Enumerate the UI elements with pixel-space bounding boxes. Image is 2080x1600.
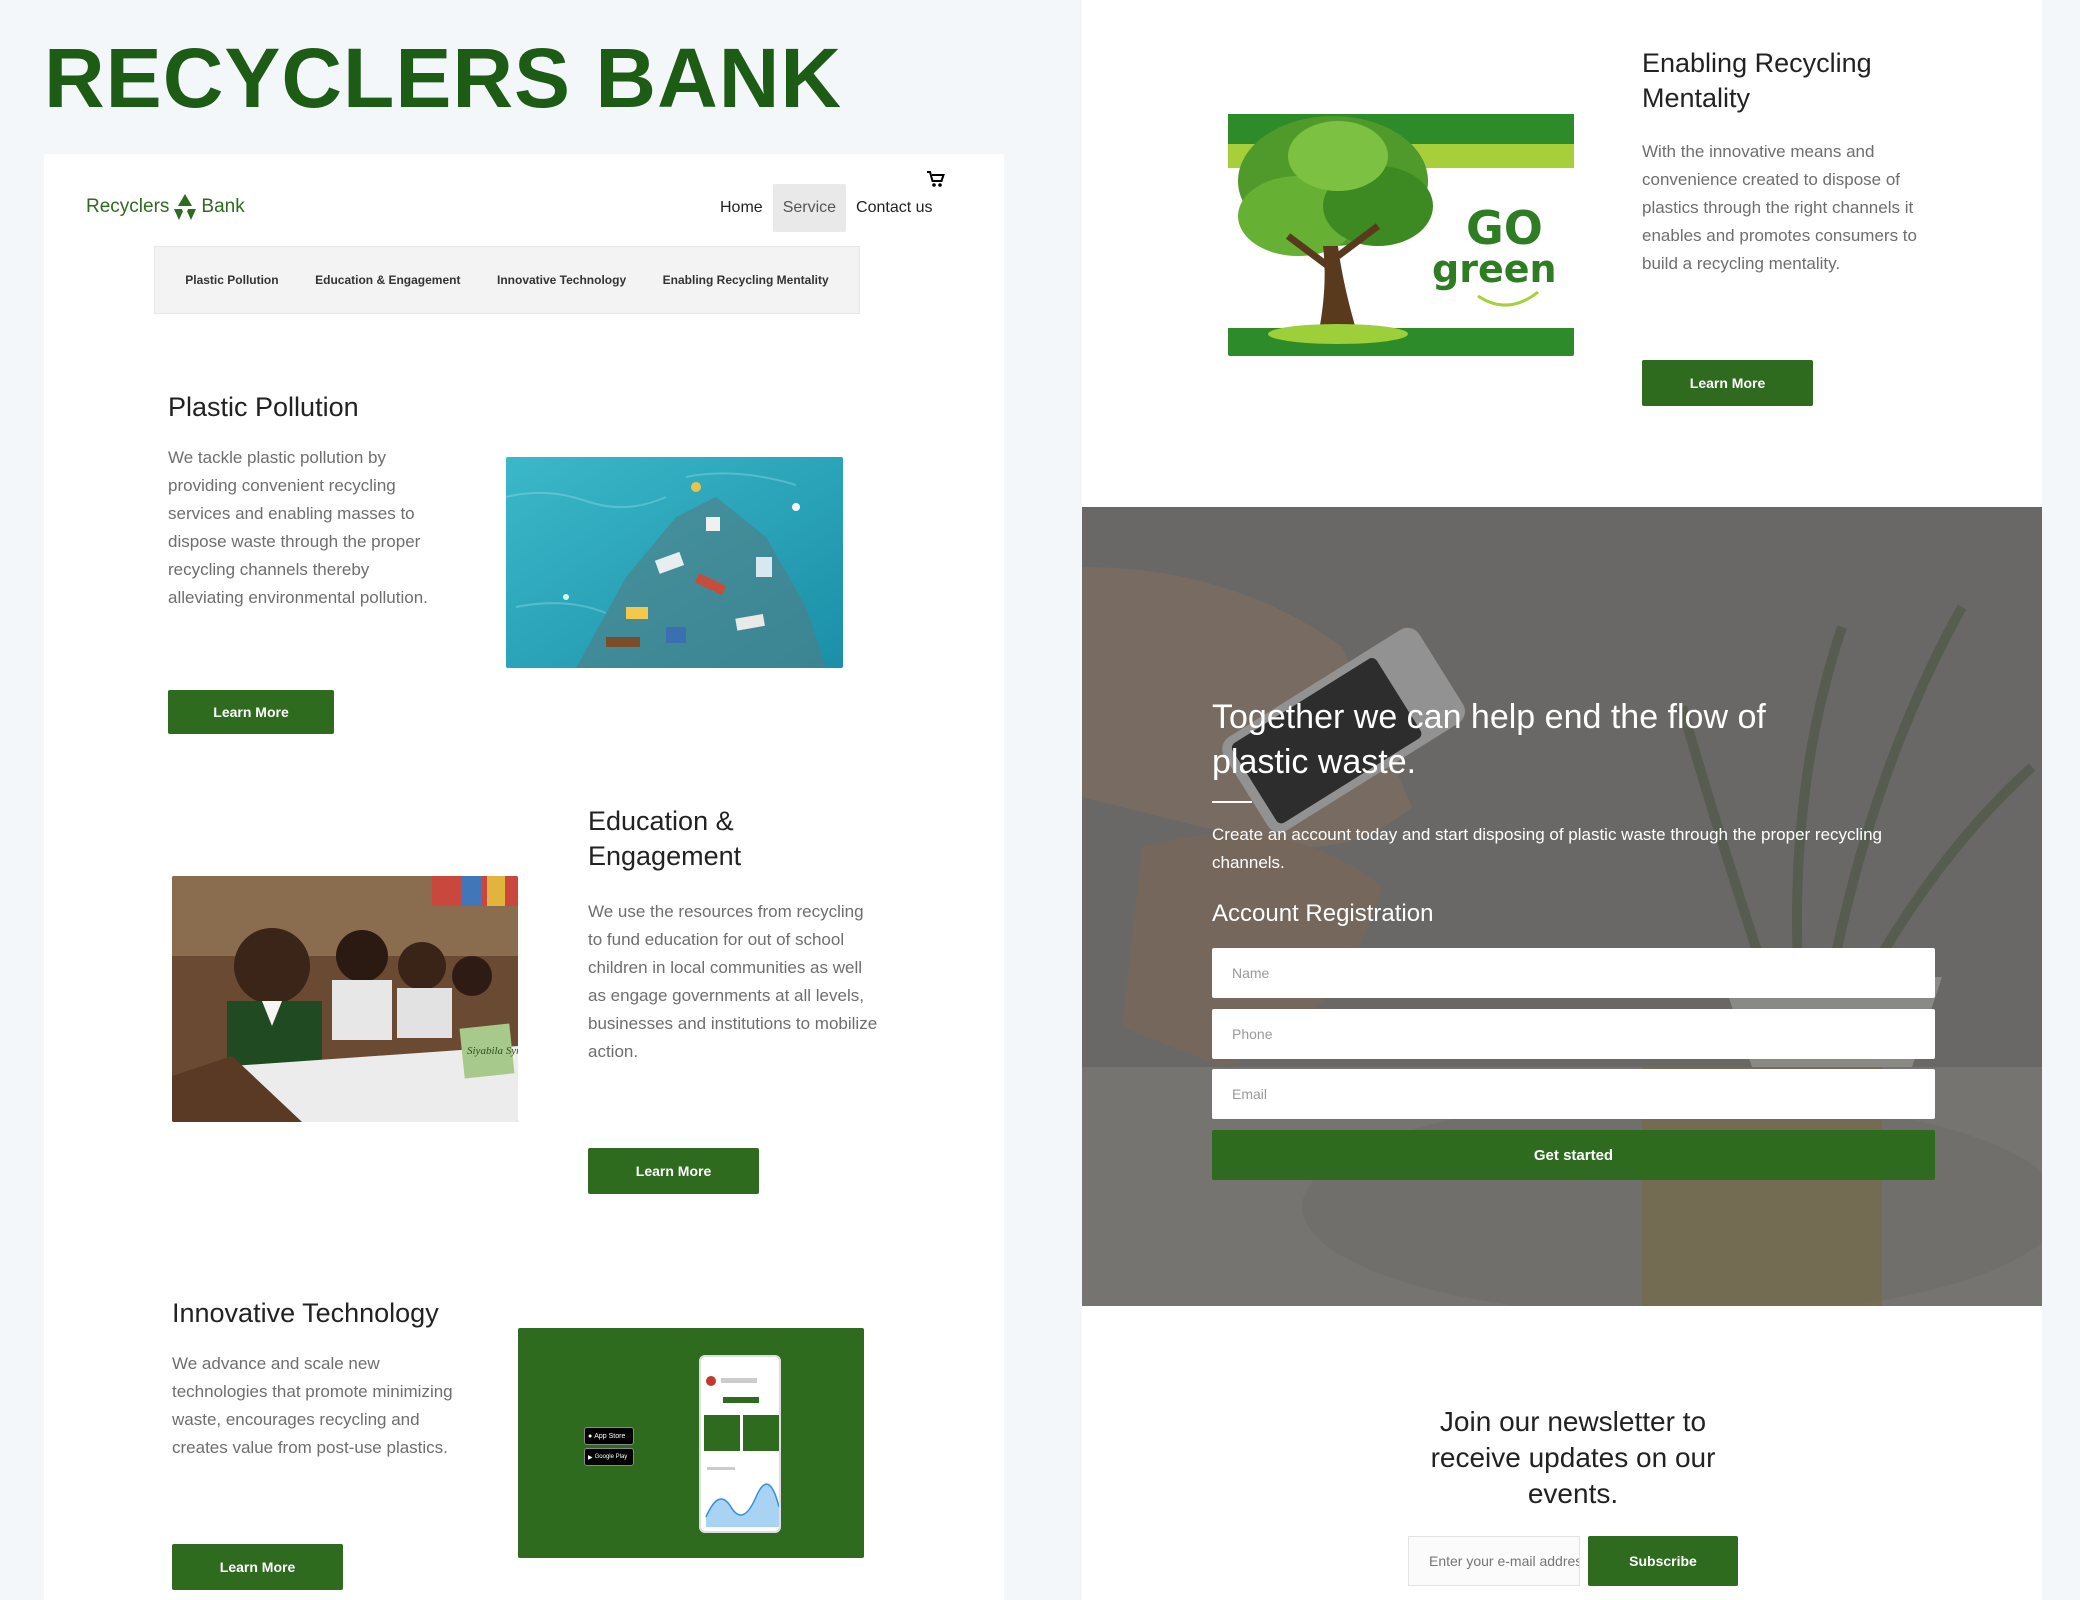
app-store-badge[interactable]: ● App Store [584,1427,634,1445]
nav-contact[interactable]: Contact us [846,184,942,232]
top-navigation: Home Service Contact us [710,184,943,232]
newsletter-email-input[interactable] [1408,1536,1580,1586]
education-title: Education & Engagement [588,806,742,872]
classroom-children-image: Siyabila Symbols [172,876,518,1122]
education-learn-more-button[interactable]: Learn More [588,1148,759,1194]
right-page-panel: GO green Enabling Recycling Mentality Wi… [1082,0,2042,1600]
brand-name-left: Recyclers [86,196,170,217]
email-input[interactable] [1212,1069,1935,1119]
brand-name-right: Bank [201,196,245,217]
google-play-badge[interactable]: ▶ Google Play [584,1448,634,1466]
hero-title: Together we can help end the flow of pla… [1212,698,1766,781]
green-text: green [1432,247,1557,291]
innovative-technology-text: We advance and scale new technologies th… [172,1354,453,1457]
left-page-panel: Recyclers Bank Home Service Contact us P… [44,154,1004,1600]
subnav-recycling-mentality[interactable]: Enabling Recycling Mentality [663,273,829,287]
plastic-learn-more-button[interactable]: Learn More [168,690,334,734]
app-promo-image: ● App Store ▶ Google Play [518,1328,864,1558]
mentality-text: With the innovative means and convenienc… [1642,142,1917,273]
hero-text: Create an account today and start dispos… [1212,825,1882,872]
education-text: We use the resources from recycling to f… [588,902,878,1061]
newsletter-title: Join our newsletter to receive updates o… [1430,1406,1716,1509]
subscribe-button[interactable]: Subscribe [1588,1536,1738,1586]
plastic-pollution-text: We tackle plastic pollution by providing… [168,448,428,607]
phone-input[interactable] [1212,1009,1935,1059]
hero-divider [1212,801,1252,803]
play-icon: ▶ [588,1454,593,1461]
mentality-title: Enabling Recycling Mentality [1642,48,1872,114]
poster-title: RECYCLERS BANK [44,31,843,125]
apple-icon: ● [588,1432,593,1440]
subnav-education-engagement[interactable]: Education & Engagement [315,273,460,287]
name-input[interactable] [1212,948,1935,998]
plastic-pollution-title: Plastic Pollution [168,392,359,422]
phone-mockup [699,1355,781,1533]
nav-home[interactable]: Home [710,184,773,232]
subnav-plastic-pollution[interactable]: Plastic Pollution [185,273,278,287]
registration-hero: Together we can help end the flow of pla… [1082,507,2042,1306]
innovative-learn-more-button[interactable]: Learn More [172,1544,343,1590]
subnav-innovative-technology[interactable]: Innovative Technology [497,273,626,287]
mentality-learn-more-button[interactable]: Learn More [1642,360,1813,406]
go-green-image: GO green [1228,96,1574,356]
get-started-button[interactable]: Get started [1212,1130,1935,1180]
brand-logo[interactable]: Recyclers Bank [86,192,245,222]
classroom-sign-text: Siyabila Symbols [467,1045,518,1057]
service-subnav: Plastic Pollution Education & Engagement… [154,246,860,314]
nav-service[interactable]: Service [772,184,847,232]
ocean-plastic-image [506,457,843,668]
recycle-icon [174,194,197,220]
innovative-technology-title: Innovative Technology [172,1298,439,1328]
registration-title: Account Registration [1212,900,1434,927]
